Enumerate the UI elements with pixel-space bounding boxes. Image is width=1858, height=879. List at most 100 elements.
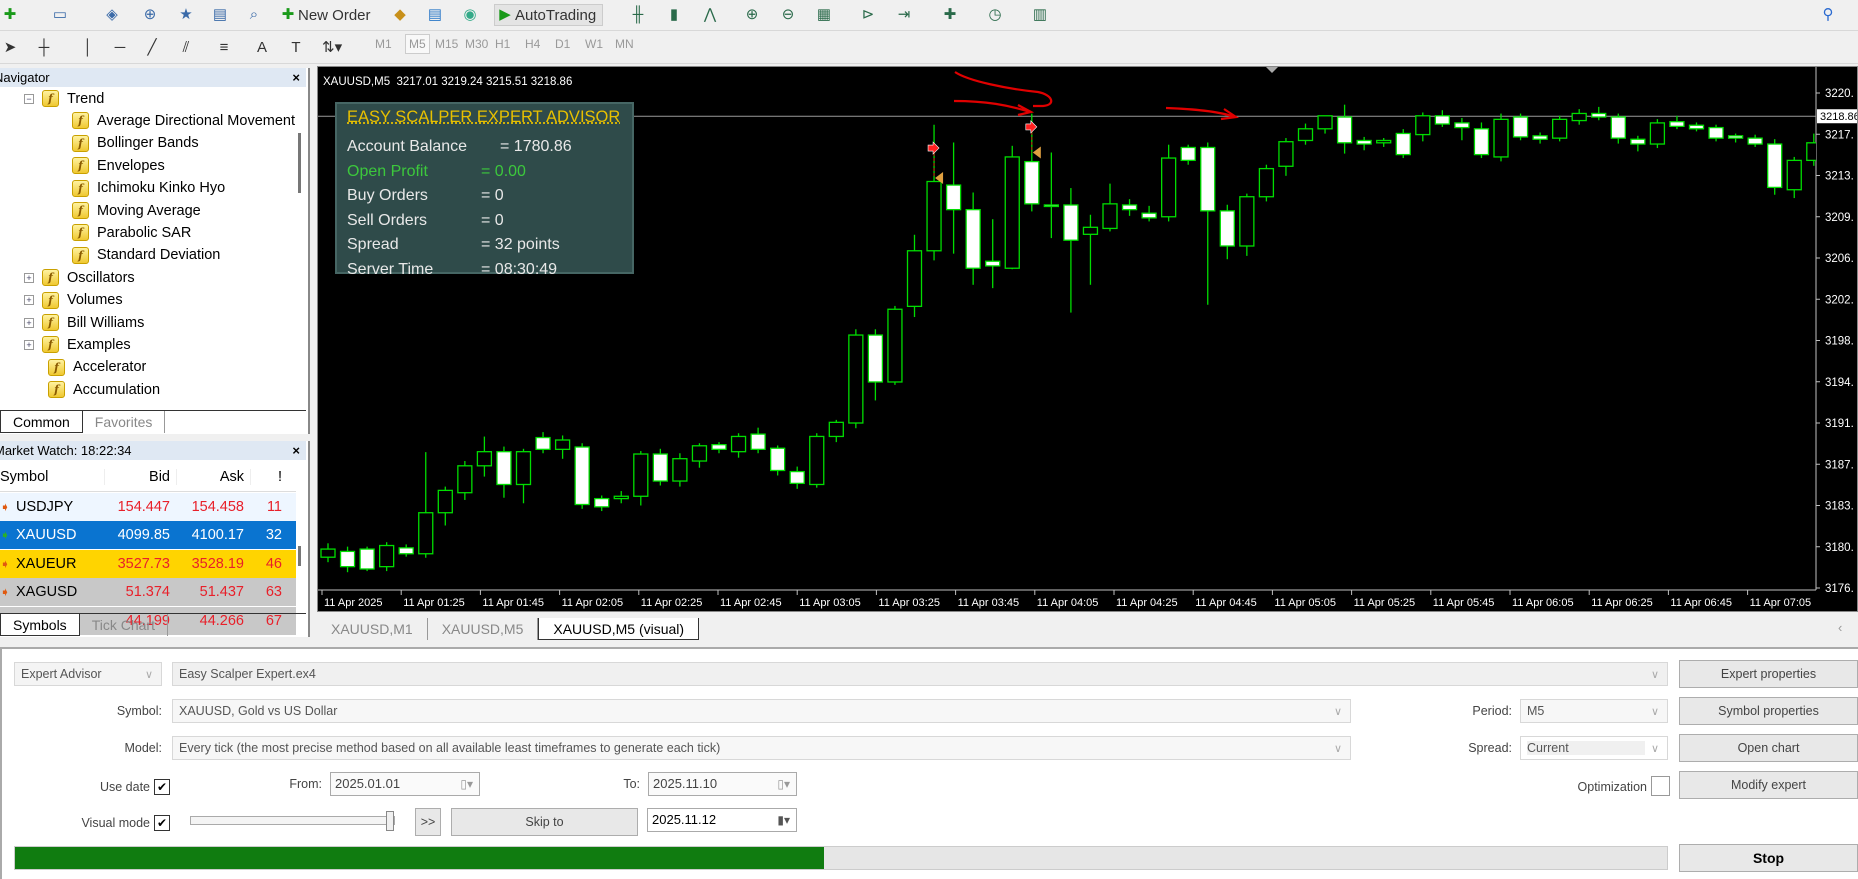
navigator-item[interactable]: f Envelopes [72,157,165,175]
timeframe-w1[interactable]: W1 [585,37,603,51]
periods-button[interactable]: ◷ [985,4,1005,26]
use-date-checkbox[interactable]: ✔ [154,779,170,795]
stop-button[interactable]: Stop [1679,844,1858,872]
templates-button[interactable]: ▥ [1030,4,1050,26]
market-watch-row[interactable]: ➧ XAUEUR 3527.73 3528.19 46 [0,549,296,578]
fibo-channel-tool[interactable]: ⫽ [176,37,196,59]
calendar-icon[interactable]: ▯▾ [777,773,790,795]
chart-shift-button[interactable]: ⇥ [894,4,914,26]
skip-to-date-field[interactable]: 2025.11.12 ▮▾ [647,808,797,832]
auto-scroll-button[interactable]: ⊳ [858,4,878,26]
expand-icon[interactable]: + [24,272,34,283]
visual-mode-checkbox[interactable]: ✔ [154,815,170,831]
column-bid[interactable]: Bid [104,468,176,485]
crosshair-button[interactable]: ⊕ [140,4,160,26]
navigator-item[interactable]: f Standard Deviation [72,246,220,264]
chart-window[interactable]: 3220. 3217. 3213. 3209. 3206. 3202. 3198. 3194.… [317,66,1858,612]
timeframe-h4[interactable]: H4 [525,37,540,51]
calendar-icon[interactable]: ▯▾ [460,773,473,795]
to-date-field[interactable]: 2025.11.10 ▯▾ [648,772,797,796]
navigator-item[interactable]: + f Oscillators [24,269,135,287]
column-symbol[interactable]: Symbol [0,469,104,485]
tab-favorites[interactable]: Favorites [83,411,166,433]
close-icon[interactable]: × [292,68,300,87]
horizontal-line-tool[interactable]: ─ [110,37,130,59]
autotrading-button[interactable]: ▶ AutoTrading [494,4,604,26]
market-watch-row[interactable]: ➧ USDJPY 154.447 154.458 11 [0,493,296,521]
timeframe-m1[interactable]: M1 [375,37,392,51]
timeframe-m5[interactable]: M5 [405,34,430,54]
signals-button[interactable]: ▤ [425,4,445,26]
symbol-select[interactable]: XAUUSD, Gold vs US Dollar ∨ [172,699,1351,723]
navigator-item[interactable]: f Bollinger Bands [72,134,199,152]
zoom-out-button[interactable]: ⊖ [778,4,798,26]
navigator-item[interactable]: − f Trend [24,90,104,107]
expand-icon[interactable]: + [24,295,34,306]
vertical-line-tool[interactable]: │ [78,37,98,59]
market-button[interactable]: ◉ [460,4,480,26]
profiles-button[interactable]: ▭ [50,4,70,26]
chart-tab[interactable]: XAUUSD,M1 [317,618,428,640]
strategy-tester-button[interactable]: ⌕ [244,4,264,26]
modify-expert-button[interactable]: Modify expert [1679,771,1858,799]
trendline-tool[interactable]: ╱ [142,37,162,59]
slider-thumb[interactable] [386,811,394,831]
visual-speed-slider[interactable] [190,811,395,831]
zoom-in-button[interactable]: ⊕ [742,4,762,26]
navigator-item[interactable]: f Accelerator [48,358,146,376]
navigator-scrollbar[interactable] [298,133,301,193]
cursor-tool[interactable]: ➤ [0,37,20,59]
tab-tick-chart[interactable]: Tick Chart [80,614,168,636]
navigator-item[interactable]: f Parabolic SAR [72,224,191,242]
market-watch-row[interactable]: ➧ XAUUSD 4099.85 4100.17 32 [0,521,296,550]
timeframe-d1[interactable]: D1 [555,37,570,51]
navigator-item[interactable]: + f Bill Williams [24,314,144,331]
navigator-item[interactable]: + f Examples [24,336,131,354]
metaeditor-button[interactable]: ◆ [390,4,410,26]
indicators-button[interactable]: ✚ [940,4,960,26]
chart-tab[interactable]: XAUUSD,M5 (visual) [538,618,700,640]
text-tool[interactable]: A [252,37,272,59]
fast-forward-button[interactable]: >> [415,808,441,836]
calendar-icon[interactable]: ▮▾ [777,809,790,831]
expert-properties-button[interactable]: Expert properties [1679,660,1858,688]
navigator-item[interactable]: + f Volumes [24,291,123,309]
navigator-item[interactable]: f Accumulation [48,381,160,399]
from-date-field[interactable]: 2025.01.01 ▯▾ [330,772,480,796]
tile-windows-button[interactable]: ▦ [814,4,834,26]
tab-symbols[interactable]: Symbols [0,614,80,636]
market-watch-scrollbar[interactable] [298,546,301,566]
spread-select[interactable]: Current ∨ [1520,736,1668,760]
timeframe-mn[interactable]: MN [615,37,634,51]
expand-icon[interactable]: + [24,339,34,350]
search-button[interactable]: ⚲ [1818,4,1838,26]
fibo-retracement-tool[interactable]: ≡ [214,37,234,59]
model-select[interactable]: Every tick (the most precise method base… [172,736,1351,760]
new-chart-button[interactable]: ✚ [0,4,20,26]
timeframe-h1[interactable]: H1 [495,37,510,51]
terminal-button[interactable]: ▤ [210,4,230,26]
bar-chart-button[interactable]: ╫ [628,4,648,26]
close-icon[interactable]: × [292,441,300,460]
new-order-button[interactable]: ✚ New Order [278,4,371,26]
navigator-item[interactable]: f Average Directional Movement [72,112,295,130]
optimization-checkbox[interactable] [1651,776,1670,796]
expert-select[interactable]: Easy Scalper Expert.ex4 ∨ [172,662,1668,686]
navigator-item[interactable]: f Moving Average [72,202,201,219]
tab-common[interactable]: Common [0,411,83,433]
collapse-icon[interactable]: − [24,93,34,104]
timeframe-m15[interactable]: M15 [435,37,458,51]
skip-to-button[interactable]: Skip to [451,808,638,836]
symbol-properties-button[interactable]: Symbol properties [1679,697,1858,725]
candlestick-button[interactable]: ▮ [664,4,684,26]
expand-icon[interactable]: + [24,317,34,328]
text-label-tool[interactable]: T [286,37,306,59]
arrows-tool[interactable]: ⇅▾ [322,37,342,59]
timeframe-m30[interactable]: M30 [465,37,488,51]
line-chart-button[interactable]: ⋀ [700,4,720,26]
column-spread[interactable]: ! [250,468,288,485]
column-ask[interactable]: Ask [176,468,250,485]
chart-tab[interactable]: XAUUSD,M5 [428,618,539,640]
open-chart-button[interactable]: Open chart [1679,734,1858,762]
market-watch-button[interactable]: ◈ [102,4,122,26]
